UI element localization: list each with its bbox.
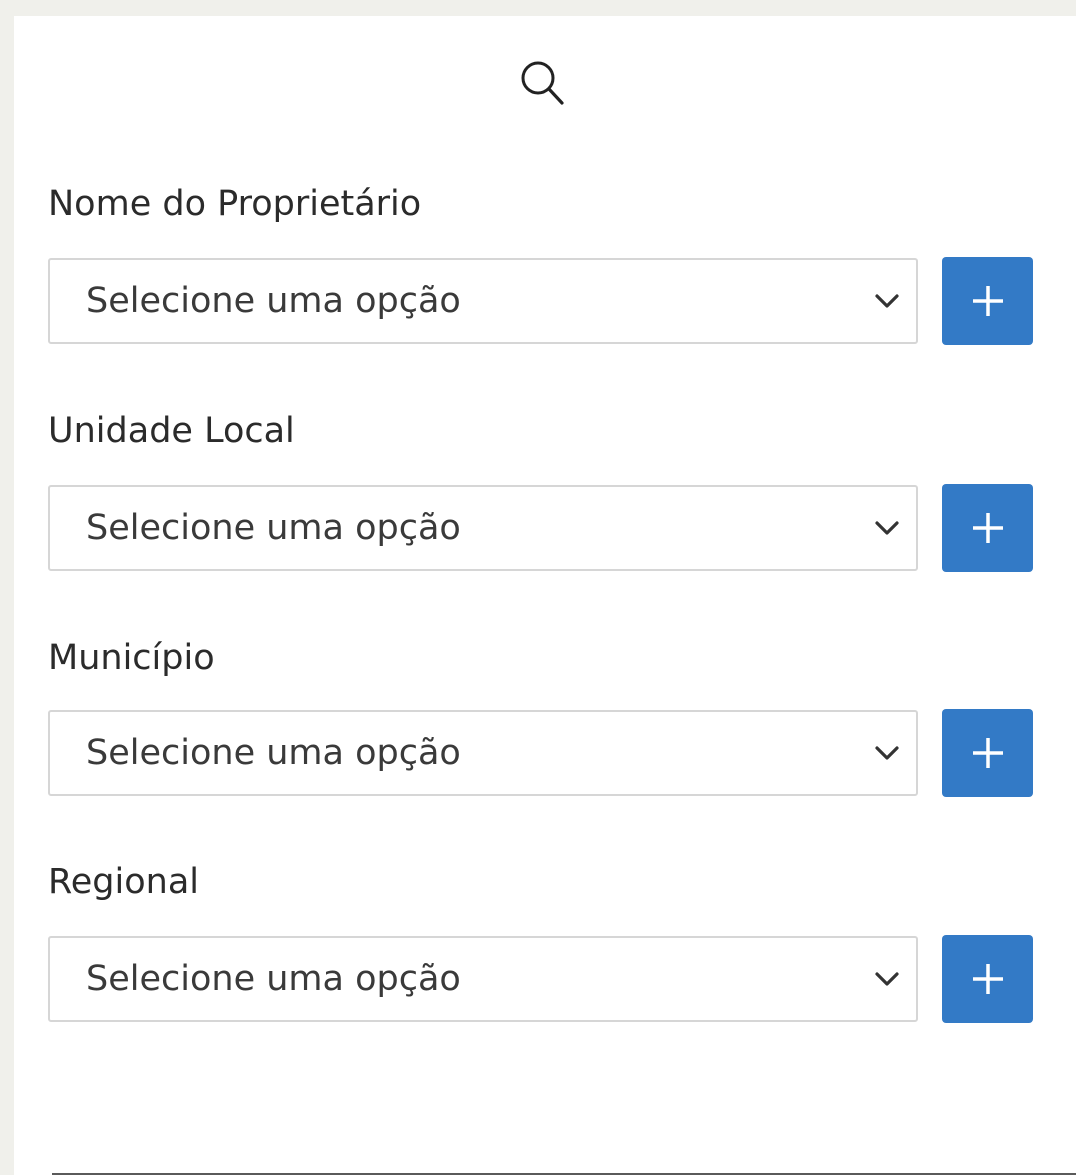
- municipality-label: Município: [48, 638, 215, 678]
- regional-label: Regional: [48, 862, 199, 902]
- add-owner-name-button[interactable]: [942, 257, 1033, 345]
- chevron-down-icon: [872, 518, 902, 538]
- add-local-unit-button[interactable]: [942, 484, 1033, 572]
- municipality-select[interactable]: Selecione uma opção: [48, 710, 918, 796]
- add-municipality-button[interactable]: [942, 709, 1033, 797]
- owner-name-select-value: Selecione uma opção: [86, 281, 461, 321]
- plus-icon: [972, 286, 1003, 316]
- plus-icon: [972, 738, 1003, 768]
- filter-panel: Nome do Proprietário Selecione uma opção…: [14, 16, 1076, 1175]
- regional-select-value: Selecione uma opção: [86, 959, 461, 999]
- municipality-select-value: Selecione uma opção: [86, 733, 461, 773]
- local-unit-select[interactable]: Selecione uma opção: [48, 485, 918, 571]
- chevron-down-icon: [872, 291, 902, 311]
- add-regional-button[interactable]: [942, 935, 1033, 1023]
- plus-icon: [972, 513, 1003, 543]
- local-unit-select-value: Selecione uma opção: [86, 508, 461, 548]
- regional-select[interactable]: Selecione uma opção: [48, 936, 918, 1022]
- owner-name-label: Nome do Proprietário: [48, 184, 422, 224]
- search-icon[interactable]: [516, 56, 568, 108]
- owner-name-select[interactable]: Selecione uma opção: [48, 258, 918, 344]
- chevron-down-icon: [872, 969, 902, 989]
- local-unit-label: Unidade Local: [48, 411, 295, 451]
- plus-icon: [972, 964, 1003, 994]
- chevron-down-icon: [872, 743, 902, 763]
